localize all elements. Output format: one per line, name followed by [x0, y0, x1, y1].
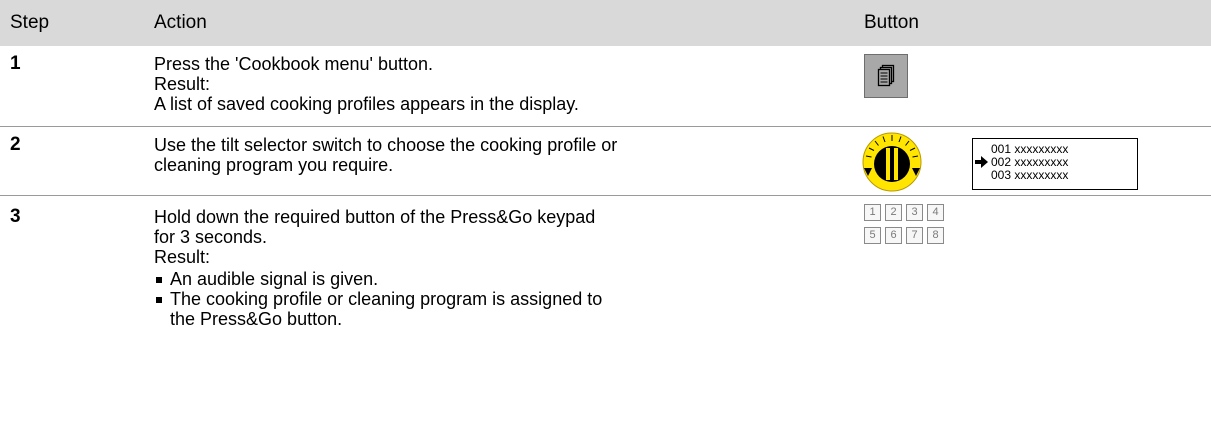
keypad-button-4[interactable]: 4 — [927, 203, 944, 221]
action-text: cleaning program you require. — [154, 154, 394, 175]
arrow-right-icon — [975, 155, 988, 168]
action-cell: Hold down the required button of the Pre… — [144, 195, 854, 329]
list-item-text: An audible signal is given. — [170, 268, 379, 289]
list-item: The cooking profile or cleaning program … — [154, 289, 844, 329]
action-text: Use the tilt selector switch to choose t… — [154, 134, 618, 155]
keypad-button-1[interactable]: 1 — [864, 203, 881, 221]
keypad-row: 1234 — [864, 203, 948, 227]
tilt-selector-dial-icon[interactable] — [862, 132, 922, 192]
step-cell: 1 — [0, 46, 144, 126]
display-screen: 001 xxxxxxxxx 002 xxxxxxxxx 003 xxxxxxxx… — [972, 137, 1138, 190]
action-cell: Press the 'Cookbook menu' button. Result… — [144, 46, 854, 126]
button-cell — [854, 46, 1211, 126]
step-number: 2 — [10, 133, 21, 155]
action-text: for 3 seconds. — [154, 226, 268, 247]
table-row: 2 Use the tilt selector switch to choose… — [0, 126, 1211, 195]
keypad-button-5[interactable]: 5 — [864, 226, 881, 244]
display-line-selected: 002 xxxxxxxxx — [991, 154, 1069, 169]
list-item: An audible signal is given. — [154, 269, 844, 289]
header-button: Button — [864, 12, 919, 33]
keypad-row: 5678 — [864, 226, 948, 250]
list-item-text: The cooking profile or cleaning program … — [170, 288, 603, 309]
step-cell: 2 — [0, 126, 144, 195]
cookbook-menu-icon — [877, 64, 895, 87]
display-line: 001 xxxxxxxxx — [991, 141, 1069, 156]
table-row: 1 Press the 'Cookbook menu' button. Resu… — [0, 46, 1211, 126]
table-row: 3 Hold down the required button of the P… — [0, 195, 1211, 329]
step-number: 1 — [10, 53, 21, 74]
keypad-button-6[interactable]: 6 — [885, 226, 902, 244]
keypad-button-8[interactable]: 8 — [927, 226, 944, 244]
action-cell: Use the tilt selector switch to choose t… — [144, 126, 854, 195]
press-and-go-keypad: 1234 5678 — [864, 203, 948, 250]
result-text: A list of saved cooking profiles appears… — [154, 94, 579, 114]
header-action: Action — [154, 12, 207, 33]
table-header-row: Step Action Button — [0, 0, 1211, 46]
result-label: Result: — [154, 74, 211, 94]
step-cell: 3 — [0, 195, 144, 329]
keypad-button-3[interactable]: 3 — [906, 203, 923, 221]
list-item-text: the Press&Go button. — [170, 308, 343, 329]
button-cell: 1234 5678 — [854, 195, 1211, 329]
result-list: An audible signal is given. The cooking … — [154, 269, 844, 329]
keypad-button-2[interactable]: 2 — [885, 203, 902, 221]
step-number: 3 — [10, 205, 21, 227]
button-cell: 001 xxxxxxxxx 002 xxxxxxxxx 003 xxxxxxxx… — [854, 126, 1211, 195]
keypad-button-7[interactable]: 7 — [906, 226, 923, 244]
action-text: Hold down the required button of the Pre… — [154, 206, 596, 227]
header-step: Step — [10, 12, 50, 33]
instruction-table: Step Action Button 1 Press the 'Cookbook… — [0, 0, 1211, 329]
result-label: Result: — [154, 246, 211, 267]
cookbook-menu-button[interactable] — [864, 54, 908, 98]
action-text: Press the 'Cookbook menu' button. — [154, 54, 434, 74]
display-line: 003 xxxxxxxxx — [991, 167, 1069, 182]
